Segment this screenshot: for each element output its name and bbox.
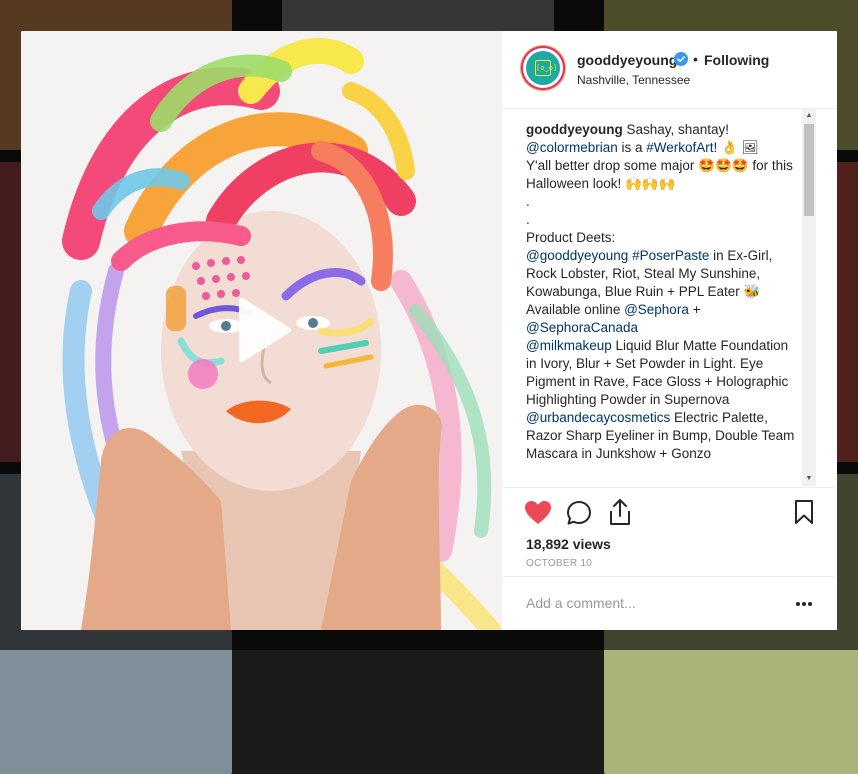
- post-details-panel: [ʘ‿ʘ] gooddyeyoung • Following Nashville…: [502, 31, 837, 630]
- caption-link[interactable]: @urbandecaycosmetics: [526, 410, 670, 425]
- post-caption: gooddyeyoung Sashay, shantay! @colormebr…: [526, 121, 796, 463]
- avatar-logo: [ʘ‿ʘ]: [535, 60, 557, 76]
- heart-icon[interactable]: [524, 500, 552, 526]
- caption-link[interactable]: @gooddyeyoung: [526, 248, 628, 263]
- following-button[interactable]: Following: [704, 52, 769, 68]
- caption-text: Sashay, shantay!: [626, 122, 730, 137]
- comment-icon[interactable]: [566, 500, 592, 526]
- caption-username[interactable]: gooddyeyoung: [526, 122, 623, 137]
- separator-dot: •: [693, 51, 698, 67]
- post-video[interactable]: [21, 31, 502, 630]
- post-author-username[interactable]: gooddyeyoung: [577, 52, 677, 68]
- caption-link[interactable]: #PoserPaste: [632, 248, 709, 263]
- play-icon: [239, 298, 291, 362]
- add-comment-row: [502, 576, 837, 632]
- post-actions: 18,892 views OCTOBER 10: [502, 487, 837, 631]
- view-count[interactable]: 18,892 views: [526, 536, 611, 552]
- post-date[interactable]: OCTOBER 10: [526, 558, 592, 569]
- caption-text: +: [692, 302, 701, 317]
- caption-scroll-area[interactable]: gooddyeyoung Sashay, shantay! @colormebr…: [502, 109, 837, 486]
- caption-link[interactable]: @SephoraCanada: [526, 320, 638, 335]
- post-modal: [ʘ‿ʘ] gooddyeyoung • Following Nashville…: [21, 31, 837, 630]
- caption-link[interactable]: #WerkofArt!: [646, 140, 717, 155]
- avatar-image: [ʘ‿ʘ]: [526, 51, 560, 85]
- verified-badge-icon: [674, 52, 688, 66]
- play-button[interactable]: [234, 295, 294, 365]
- post-header: [ʘ‿ʘ] gooddyeyoung • Following Nashville…: [502, 31, 837, 109]
- share-icon[interactable]: [608, 498, 632, 526]
- post-location[interactable]: Nashville, Tennessee: [577, 73, 690, 87]
- bookmark-icon[interactable]: [794, 499, 814, 525]
- caption-link[interactable]: @milkmakeup: [526, 338, 612, 353]
- caption-link[interactable]: @colormebrian: [526, 140, 618, 155]
- more-icon[interactable]: [794, 594, 814, 614]
- scroll-up-arrow[interactable]: ▲: [802, 109, 816, 123]
- caption-text: 👌 🖼 Y'all better drop some major 🤩🤩🤩 for…: [526, 140, 793, 245]
- avatar[interactable]: [ʘ‿ʘ]: [523, 48, 563, 88]
- caption-text: is a: [617, 140, 647, 155]
- comment-input[interactable]: [526, 593, 766, 613]
- scrollbar-thumb[interactable]: [804, 124, 814, 216]
- caption-link[interactable]: @Sephora: [624, 302, 689, 317]
- scroll-down-arrow[interactable]: ▼: [802, 472, 816, 486]
